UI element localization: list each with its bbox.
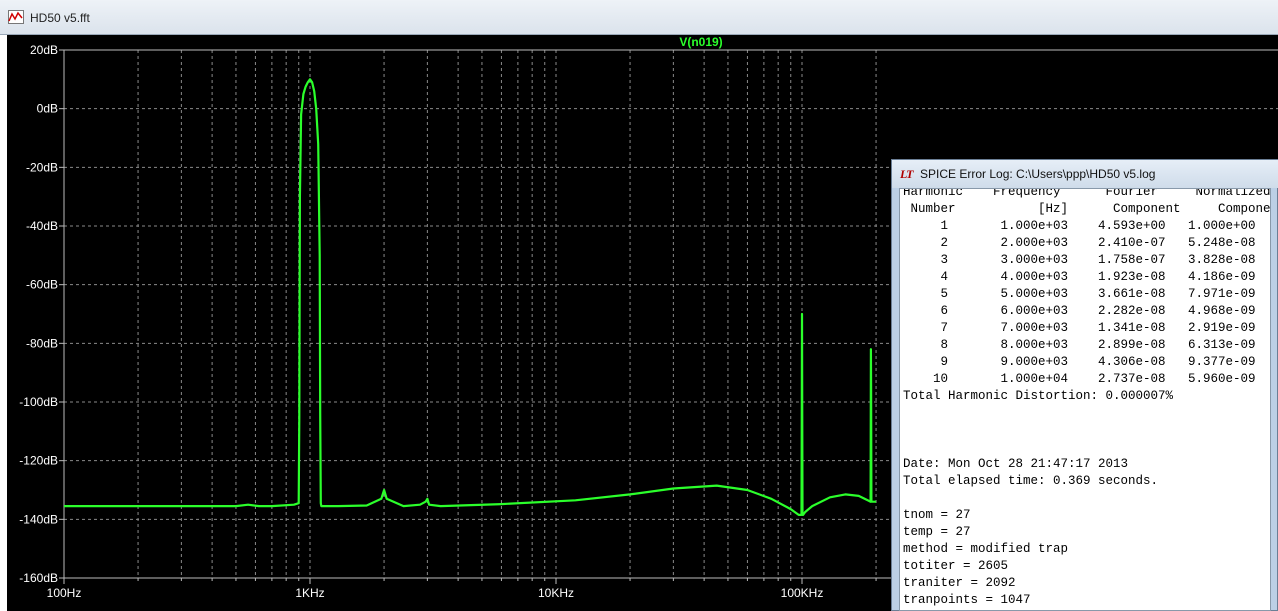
log-content: Harmonic Frequency Fourier Normalized Nu…	[900, 188, 1271, 609]
y-tick-label: 0dB	[37, 102, 58, 116]
harmonic-row: 10 1.000e+04 2.737e-08 5.960e-09	[903, 372, 1256, 386]
x-tick-label: 1KHz	[295, 586, 324, 600]
y-tick-label: -120dB	[19, 454, 58, 468]
fft-trace-v-n019	[64, 78, 877, 516]
date-line: Date: Mon Oct 28 21:47:17 2013	[903, 457, 1129, 471]
y-tick-label: -100dB	[19, 395, 58, 409]
harmonic-row: 5 5.000e+03 3.661e-08 7.971e-09	[903, 287, 1256, 301]
chart-title: V(n019)	[679, 35, 722, 49]
log-text-area[interactable]: Harmonic Frequency Fourier Normalized Nu…	[899, 188, 1271, 611]
log-header-line: Harmonic Frequency Fourier Normalized	[903, 188, 1271, 199]
y-tick-label: -60dB	[26, 278, 58, 292]
window-titlebar[interactable]: HD50 v5.fft	[0, 0, 1278, 35]
log-titlebar[interactable]: LT SPICE Error Log: C:\Users\ppp\HD50 v5…	[892, 160, 1278, 188]
sim-param-line: tnom = 27	[903, 508, 971, 522]
y-tick-label: 20dB	[30, 43, 58, 57]
y-tick-label: -80dB	[26, 336, 58, 350]
sim-param-line: traniter = 2092	[903, 576, 1016, 590]
harmonic-row: 9 9.000e+03 4.306e-08 9.377e-09	[903, 355, 1256, 369]
harmonic-row: 2 2.000e+03 2.410e-07 5.248e-08	[903, 236, 1256, 250]
sim-param-line: method = modified trap	[903, 542, 1069, 556]
x-tick-label: 100Hz	[47, 586, 82, 600]
x-tick-label: 100KHz	[781, 586, 824, 600]
log-header-line: Number [Hz] Component Component	[903, 202, 1271, 216]
sim-param-line: totiter = 2605	[903, 559, 1009, 573]
harmonic-row: 4 4.000e+03 1.923e-08 4.186e-09	[903, 270, 1256, 284]
harmonic-row: 7 7.000e+03 1.341e-08 2.919e-09	[903, 321, 1256, 335]
ltspice-logo-icon: LT	[900, 167, 913, 181]
sim-param-line: temp = 27	[903, 525, 971, 539]
thd-line: Total Harmonic Distortion: 0.000007%	[903, 389, 1174, 403]
y-tick-label: -140dB	[19, 512, 58, 526]
harmonic-row: 1 1.000e+03 4.593e+00 1.000e+00	[903, 219, 1256, 233]
elapsed-time-line: Total elapsed time: 0.369 seconds.	[903, 474, 1159, 488]
y-tick-label: -160dB	[19, 571, 58, 585]
waveform-icon	[8, 10, 24, 24]
harmonic-row: 6 6.000e+03 2.282e-08 4.968e-09	[903, 304, 1256, 318]
y-tick-label: -20dB	[26, 160, 58, 174]
log-window-title: SPICE Error Log: C:\Users\ppp\HD50 v5.lo…	[920, 167, 1156, 181]
window-title: HD50 v5.fft	[30, 11, 90, 25]
x-tick-label: 10KHz	[538, 586, 574, 600]
harmonic-row: 3 3.000e+03 1.758e-07 3.828e-08	[903, 253, 1256, 267]
sim-param-line: tranpoints = 1047	[903, 593, 1031, 607]
y-tick-label: -40dB	[26, 219, 58, 233]
harmonic-row: 8 8.000e+03 2.899e-08 6.313e-09	[903, 338, 1256, 352]
spice-error-log-window[interactable]: LT SPICE Error Log: C:\Users\ppp\HD50 v5…	[891, 159, 1278, 611]
